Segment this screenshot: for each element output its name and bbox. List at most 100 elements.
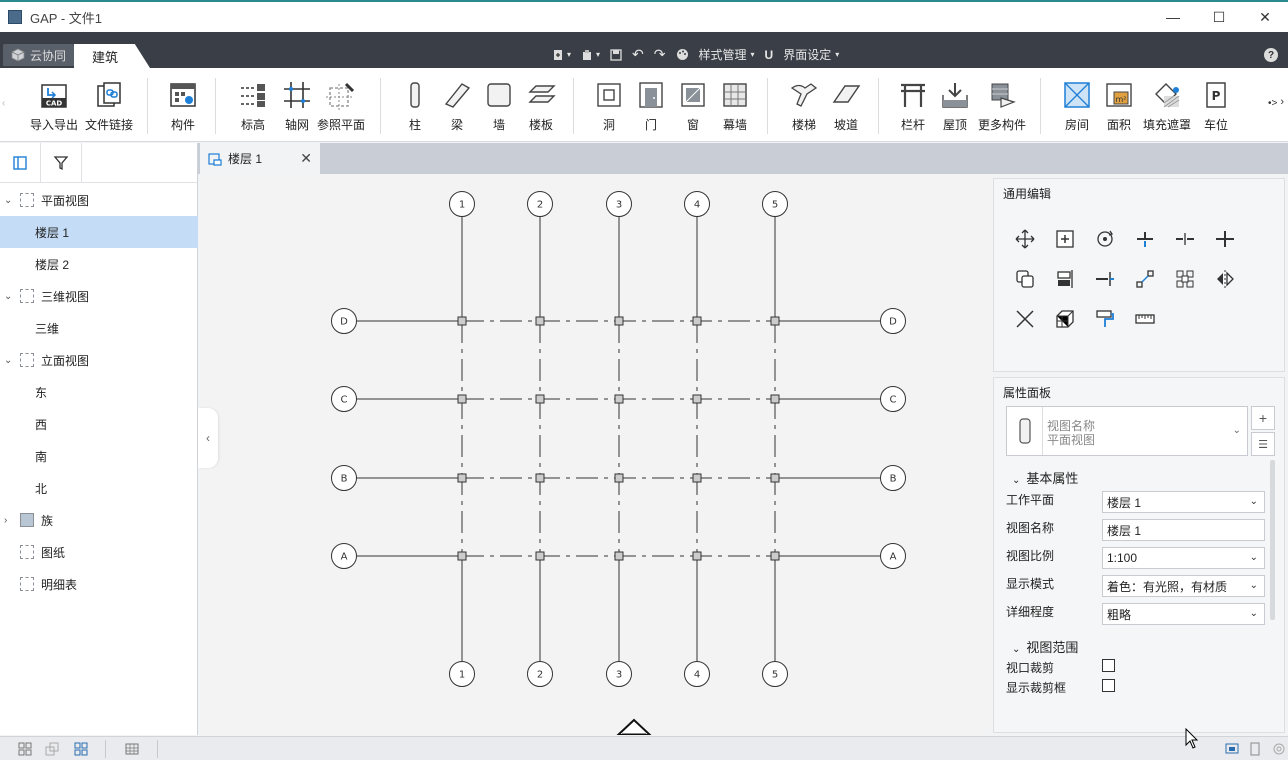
ribbon-scroll-right-icon[interactable]: ›: [1280, 96, 1284, 108]
work-plane-select[interactable]: 楼层 1 ⌄: [1102, 491, 1265, 513]
railing-button[interactable]: 栏杆: [896, 78, 930, 133]
component-button[interactable]: 构件: [166, 78, 200, 133]
ribbon-scroll-left-icon[interactable]: ‹: [2, 98, 5, 109]
grid-intersection-grip[interactable]: [535, 316, 545, 326]
tree-3d[interactable]: 三维: [0, 312, 198, 344]
grid-intersection-grip[interactable]: [614, 551, 624, 561]
wall-button[interactable]: 墙: [482, 78, 516, 133]
chevron-down-icon[interactable]: ⌄: [4, 195, 14, 206]
open-file-icon[interactable]: ▾: [581, 49, 600, 61]
tree-plan-views[interactable]: ⌄ 平面视图: [0, 184, 198, 216]
redo-icon[interactable]: ↷: [654, 46, 666, 63]
rotate-icon[interactable]: [1093, 227, 1117, 251]
minimize-button[interactable]: —: [1150, 2, 1196, 32]
tree-north[interactable]: 北: [0, 472, 198, 504]
tree-floor-1[interactable]: 楼层 1: [0, 216, 198, 248]
grid-intersection-grip[interactable]: [457, 394, 467, 404]
step-array-icon[interactable]: [1133, 267, 1157, 291]
elevation-marker-icon[interactable]: [616, 718, 652, 735]
fill-mask-button[interactable]: 填充遮罩: [1143, 78, 1191, 133]
filter-button[interactable]: [41, 143, 82, 183]
grid-intersection-grip[interactable]: [457, 316, 467, 326]
reference-plane-button[interactable]: 参照平面: [317, 78, 365, 133]
show-crop-box-checkbox[interactable]: [1102, 679, 1115, 692]
drawing-canvas[interactable]: 1 1 2 2 3 3 4 4 5 5 D D C C B B A A: [200, 174, 990, 735]
room-button[interactable]: 房间: [1060, 78, 1094, 133]
trim-icon[interactable]: [1133, 227, 1157, 251]
tile-view-icon[interactable]: [18, 742, 32, 756]
scale-select[interactable]: 1:100 ⌄: [1102, 547, 1265, 569]
grid-intersection-grip[interactable]: [770, 551, 780, 561]
box-array-icon[interactable]: [1053, 307, 1077, 331]
tab-cloud-collab[interactable]: 云协同: [3, 44, 75, 66]
grid-intersection-grip[interactable]: [457, 551, 467, 561]
cascade-view-icon[interactable]: [45, 742, 59, 756]
display-mode-select[interactable]: 着色：有光照，有材质 ⌄: [1102, 575, 1265, 597]
tree-3d-views[interactable]: ⌄ 三维视图: [0, 280, 198, 312]
chevron-down-icon[interactable]: ⌄: [4, 291, 14, 302]
grid-intersection-grip[interactable]: [535, 394, 545, 404]
tab-architecture[interactable]: 建筑: [74, 44, 150, 68]
doc-tab-floor-1[interactable]: 楼层 1 ✕: [200, 143, 320, 174]
section-basic-properties[interactable]: ⌄ 基本属性: [1012, 468, 1078, 487]
opening-button[interactable]: 洞: [592, 78, 626, 133]
level-button[interactable]: 标高: [236, 78, 270, 133]
grid-intersection-grip[interactable]: [770, 473, 780, 483]
tree-floor-2[interactable]: 楼层 2: [0, 248, 198, 280]
grid-intersection-grip[interactable]: [692, 394, 702, 404]
axis-grid-drawing[interactable]: 1 1 2 2 3 3 4 4 5 5 D D C C B B A A: [200, 174, 990, 735]
grid-intersection-grip[interactable]: [457, 473, 467, 483]
split-icon[interactable]: [1173, 227, 1197, 251]
grid-intersection-grip[interactable]: [614, 316, 624, 326]
new-file-icon[interactable]: ▾: [552, 49, 571, 61]
paint-format-icon[interactable]: [1093, 307, 1117, 331]
tree-schedules[interactable]: 明细表: [0, 568, 198, 600]
grid-intersection-grip[interactable]: [770, 394, 780, 404]
curtain-wall-button[interactable]: 幕墙: [718, 78, 752, 133]
copy-icon[interactable]: [1053, 227, 1077, 251]
ramp-button[interactable]: 坡道: [829, 78, 863, 133]
floor-button[interactable]: 楼板: [524, 78, 558, 133]
ribbon-more-icon[interactable]: •>: [1268, 98, 1277, 109]
tree-families[interactable]: › 族: [0, 504, 198, 536]
roof-button[interactable]: 屋顶: [938, 78, 972, 133]
panel-toggle-button[interactable]: [0, 143, 41, 183]
offset-icon[interactable]: [1093, 267, 1117, 291]
document-icon[interactable]: [1248, 742, 1262, 756]
measure-icon[interactable]: [1133, 307, 1157, 331]
beam-button[interactable]: 梁: [440, 78, 474, 133]
grid-intersection-grip[interactable]: [692, 316, 702, 326]
tree-elevation-views[interactable]: ⌄ 立面视图: [0, 344, 198, 376]
save-icon[interactable]: [610, 48, 622, 61]
properties-scrollbar[interactable]: [1270, 460, 1275, 620]
stair-button[interactable]: 楼梯: [787, 78, 821, 133]
move-icon[interactable]: [1013, 227, 1037, 251]
add-type-button[interactable]: +: [1251, 406, 1275, 430]
close-window-button[interactable]: ✕: [1242, 2, 1288, 32]
collapse-panel-button[interactable]: ‹: [198, 408, 218, 468]
grid-windows-icon[interactable]: [74, 742, 88, 756]
more-components-button[interactable]: 更多构件: [978, 78, 1026, 133]
table-icon[interactable]: [125, 742, 139, 756]
array-icon[interactable]: [1013, 267, 1037, 291]
section-view-range[interactable]: ⌄ 视图范围: [1012, 637, 1078, 656]
grid-button[interactable]: 轴网: [280, 78, 314, 133]
ui-settings-menu[interactable]: 界面设定 ▾: [783, 46, 839, 63]
tree-east[interactable]: 东: [0, 376, 198, 408]
grid-intersection-grip[interactable]: [770, 316, 780, 326]
extend-icon[interactable]: [1213, 227, 1237, 251]
maximize-button[interactable]: ☐: [1196, 2, 1242, 32]
delete-icon[interactable]: [1013, 307, 1037, 331]
settings-gear-icon[interactable]: [1272, 742, 1286, 756]
grid-intersection-grip[interactable]: [535, 473, 545, 483]
style-manager-menu[interactable]: 样式管理 ▾: [699, 46, 755, 63]
area-button[interactable]: m² 面积: [1102, 78, 1136, 133]
tree-west[interactable]: 西: [0, 408, 198, 440]
viewport-crop-checkbox[interactable]: [1102, 659, 1115, 672]
edit-type-button[interactable]: ☰: [1251, 432, 1275, 456]
type-selector[interactable]: 视图名称 平面视图 ⌄: [1006, 406, 1248, 456]
help-icon[interactable]: ?: [1264, 48, 1278, 62]
window-button[interactable]: 窗: [676, 78, 710, 133]
chevron-right-icon[interactable]: ›: [4, 515, 14, 526]
tree-sheets[interactable]: 图纸: [0, 536, 198, 568]
